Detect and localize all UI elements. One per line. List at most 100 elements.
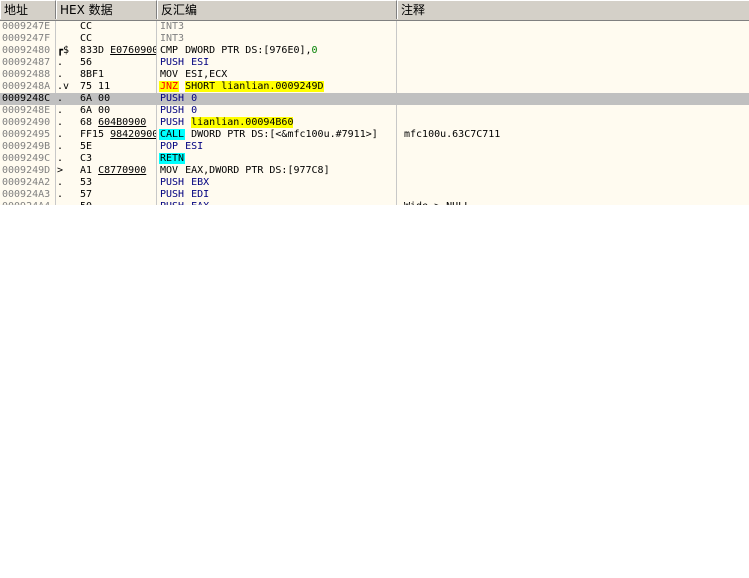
- row-address: 000924A2: [2, 177, 51, 188]
- row-comment: [404, 105, 744, 117]
- instruction-row[interactable]: 0009248E. 6A 00 PUSH 0: [0, 105, 749, 117]
- instruction-row[interactable]: 0009248C. 6A 00 PUSH 0: [0, 93, 749, 105]
- row-marker: .: [57, 153, 64, 164]
- row-comment: [404, 177, 744, 189]
- row-comment: [404, 69, 744, 81]
- hex-opcode: 5E: [80, 141, 93, 152]
- hex-operand: 98420900: [110, 129, 156, 140]
- row-address: 0009249D: [2, 165, 51, 176]
- column-header-hex[interactable]: HEX 数据: [56, 0, 157, 19]
- instruction-list: 0009247E CC INT3 0009247F CC INT3 00092480 ┏$ 83…: [0, 21, 749, 205]
- operands: lianlian.00094B60: [191, 117, 294, 128]
- hex-opcode: 8BF1: [80, 69, 105, 80]
- operands: EAX,DWORD PTR DS:[977C8]: [185, 165, 330, 176]
- operands: 0: [191, 93, 198, 104]
- row-disassembly: INT3: [159, 33, 395, 45]
- row-comment: [404, 189, 744, 201]
- row-marker: .: [57, 129, 64, 140]
- hex-opcode: 75 11: [80, 81, 111, 92]
- row-disassembly: CMP DWORD PTR DS:[976E0],0: [159, 45, 395, 57]
- row-marker: .: [57, 93, 64, 104]
- row-comment: [404, 117, 744, 129]
- mnemonic: INT3: [160, 21, 185, 32]
- row-marker: .: [57, 189, 64, 200]
- mnemonic: POP: [160, 141, 179, 152]
- row-hex-bytes: FF15 98420900: [80, 129, 156, 141]
- hex-opcode: A1: [80, 165, 93, 176]
- row-marker: [57, 21, 79, 33]
- mnemonic: PUSH: [160, 93, 185, 104]
- mnemonic: PUSH: [160, 117, 185, 128]
- instruction-row[interactable]: 0009249B. 5E POP ESI: [0, 141, 749, 153]
- instruction-row[interactable]: 0009249D > A1 C8770900 MOV EAX,DWORD PTR DS…: [0, 165, 749, 177]
- column-header-address[interactable]: 地址: [0, 0, 56, 19]
- row-disassembly: PUSH ESI: [159, 57, 395, 69]
- instruction-row[interactable]: 00092490. 68 604B0900 PUSH lianlian.00094B…: [0, 117, 749, 129]
- hex-opcode: FF15: [80, 129, 105, 140]
- row-disassembly: PUSH EBX: [159, 177, 395, 189]
- row-hex-bytes: 53: [80, 177, 156, 189]
- row-hex-bytes: 68 604B0900: [80, 117, 156, 129]
- row-marker: .: [57, 141, 64, 152]
- row-disassembly: INT3: [159, 21, 395, 33]
- instruction-row[interactable]: 000924A3. 57 PUSH EDI: [0, 189, 749, 201]
- operands: SHORT lianlian.0009249D: [185, 81, 324, 92]
- mnemonic: PUSH: [160, 189, 185, 200]
- mnemonic: PUSH: [160, 57, 185, 68]
- disassembly-pane[interactable]: 地址 HEX 数据 反汇编 注释 0009247E CC INT3 0009247F C…: [0, 0, 749, 205]
- instruction-row[interactable]: 0009248A .v 75 11 JNZ SHORT lianlian.000924…: [0, 81, 749, 93]
- hex-opcode: CC: [80, 33, 93, 44]
- instruction-row[interactable]: 00092495. FF15 98420900 CALL DWORD PTR DS:…: [0, 129, 749, 141]
- row-hex-bytes: 6A 00: [80, 105, 156, 117]
- instruction-row[interactable]: 0009249C. C3 RETN: [0, 153, 749, 165]
- row-disassembly: CALL DWORD PTR DS:[<&mfc100u.#7911>]: [159, 129, 395, 141]
- instruction-row[interactable]: 0009247E CC INT3: [0, 21, 749, 33]
- row-address: 00092480: [2, 45, 51, 56]
- instruction-row[interactable]: 00092488. 8BF1 MOV ESI,ECX: [0, 69, 749, 81]
- hex-opcode: 53: [80, 177, 93, 188]
- row-disassembly: RETN: [159, 153, 395, 165]
- instruction-row[interactable]: 000924A4.50 PUSH EAX Wide > NULL: [0, 201, 749, 205]
- instruction-row[interactable]: 0009247F CC INT3: [0, 33, 749, 45]
- operands: ESI: [191, 57, 210, 68]
- operands: 0: [191, 105, 198, 116]
- row-hex-bytes: 75 11: [80, 81, 156, 93]
- operands: EAX: [191, 201, 209, 205]
- row-marker: .: [57, 57, 64, 68]
- column-header-disassembly[interactable]: 反汇编: [157, 0, 397, 19]
- row-hex-bytes: 57: [80, 189, 156, 201]
- row-disassembly: PUSH lianlian.00094B60: [159, 117, 395, 129]
- mnemonic: MOV: [160, 165, 179, 176]
- row-comment: [404, 165, 744, 177]
- row-hex-bytes: 833D E0760900: [80, 45, 156, 57]
- row-hex-bytes: A1 C8770900: [80, 165, 156, 177]
- hex-opcode: 68: [80, 117, 93, 128]
- row-disassembly: JNZ SHORT lianlian.0009249D: [159, 81, 395, 93]
- row-marker: .: [57, 201, 79, 205]
- mnemonic: PUSH: [160, 177, 185, 188]
- hex-operand: C8770900: [98, 165, 147, 176]
- operands: ESI,ECX: [185, 69, 228, 80]
- operands: DWORD PTR DS:[976E0],: [185, 45, 312, 56]
- mnemonic: RETN: [159, 153, 186, 164]
- instruction-row[interactable]: 00092487. 56 PUSH ESI: [0, 57, 749, 69]
- row-comment: [404, 57, 744, 69]
- row-comment: [404, 93, 744, 105]
- row-address: 00092495: [2, 129, 51, 140]
- hex-opcode: 50: [80, 201, 92, 205]
- hex-opcode: 833D: [80, 45, 105, 56]
- row-marker: .: [57, 177, 64, 188]
- operands: EDI: [191, 189, 210, 200]
- row-comment: [404, 141, 744, 153]
- hex-operand: E0760900: [110, 45, 156, 56]
- hex-opcode: 57: [80, 189, 93, 200]
- row-hex-bytes: 56: [80, 57, 156, 69]
- column-header-comment[interactable]: 注释: [397, 0, 749, 19]
- row-disassembly: PUSH EAX: [159, 201, 395, 205]
- instruction-row[interactable]: 00092480 ┏$ 833D E0760900 CMP DWORD PTR DS:…: [0, 45, 749, 57]
- row-hex-bytes: CC: [80, 21, 156, 33]
- row-hex-bytes: 50: [80, 201, 156, 205]
- row-marker: ┏$: [57, 45, 70, 56]
- row-hex-bytes: 8BF1: [80, 69, 156, 81]
- instruction-row[interactable]: 000924A2. 53 PUSH EBX: [0, 177, 749, 189]
